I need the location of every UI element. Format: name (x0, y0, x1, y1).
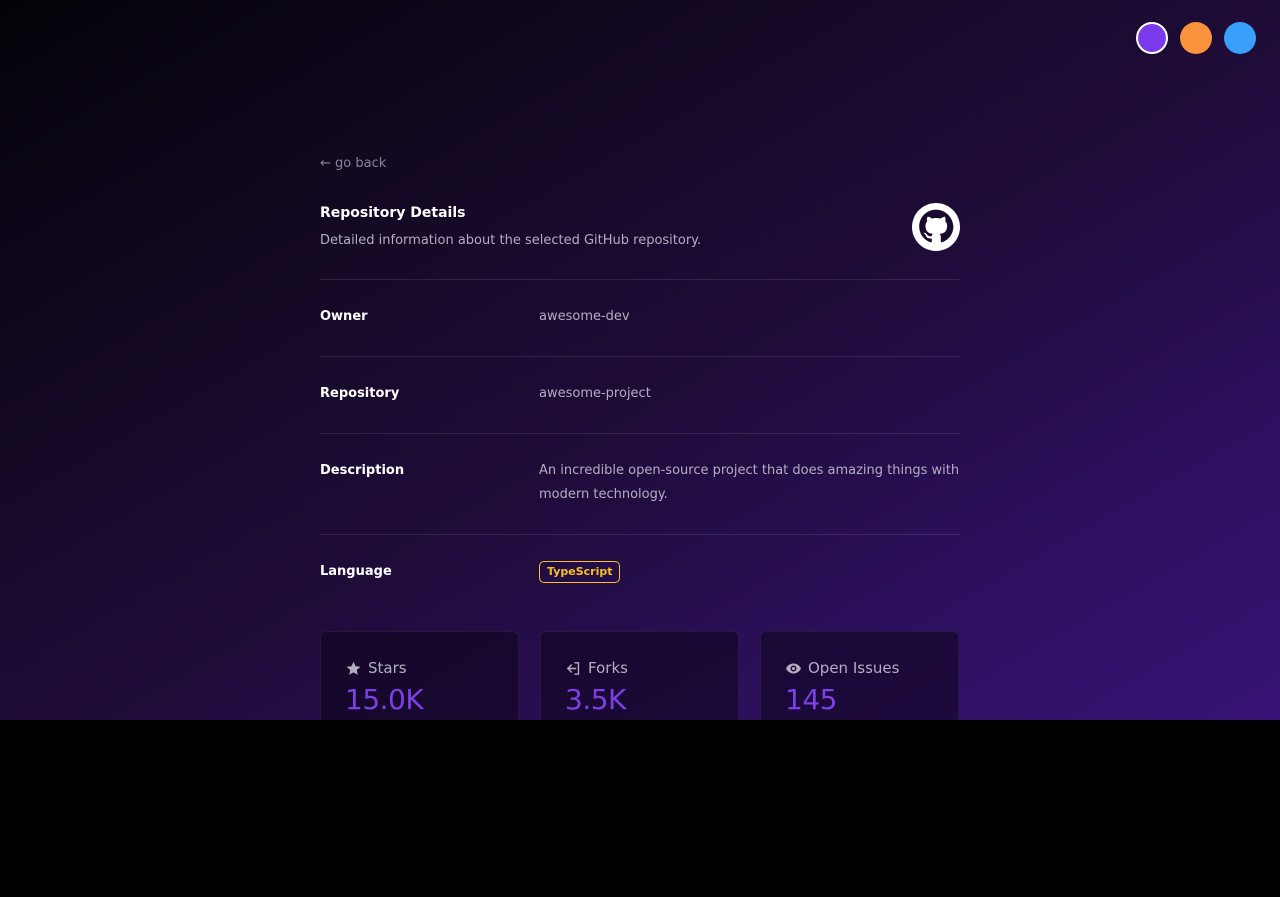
page-subtitle: Detailed information about the selected … (320, 233, 702, 248)
detail-row-owner: Owner awesome-dev (320, 279, 960, 356)
stat-label-forks: Forks (565, 658, 714, 678)
detail-row-description: Description An incredible open-source pr… (320, 433, 960, 534)
repository-value: awesome-project (539, 386, 651, 401)
fork-icon (567, 661, 580, 675)
theme-orange-button[interactable] (1180, 22, 1212, 54)
details-list: Owner awesome-dev Repository awesome-pro… (320, 279, 960, 604)
stat-card-stars: Stars 15.0K (320, 631, 519, 720)
page-background: ← go back Repository Details Detailed in… (0, 0, 1280, 720)
go-back-link[interactable]: ← go back (320, 156, 386, 171)
issues-value: 145 (785, 683, 837, 716)
theme-switcher (1136, 22, 1256, 54)
stars-value: 15.0K (345, 683, 424, 716)
forks-value: 3.5K (565, 683, 626, 716)
theme-blue-button[interactable] (1224, 22, 1256, 54)
language-badge: TypeScript (539, 561, 621, 583)
detail-row-language: Language TypeScript (320, 534, 960, 604)
owner-label: Owner (320, 309, 368, 324)
stat-card-forks: Forks 3.5K (540, 631, 739, 720)
stats-grid: Stars 15.0K Forks 3.5K Open Issues 145 (320, 631, 960, 720)
bottom-overlay (0, 720, 1280, 897)
detail-row-repository: Repository awesome-project (320, 356, 960, 433)
description-value: An incredible open-source project that d… (539, 463, 960, 502)
issues-label: Open Issues (808, 659, 900, 677)
owner-value: awesome-dev (539, 309, 630, 324)
repository-label: Repository (320, 386, 400, 401)
forks-label: Forks (588, 659, 628, 677)
github-icon (912, 203, 960, 251)
stat-label-issues: Open Issues (785, 658, 934, 678)
details-header: Repository Details Detailed information … (320, 203, 960, 279)
stars-label: Stars (368, 659, 407, 677)
star-icon (346, 661, 361, 675)
language-value: TypeScript (539, 560, 960, 604)
theme-purple-button[interactable] (1136, 22, 1168, 54)
stat-card-issues: Open Issues 145 (760, 631, 959, 720)
language-label: Language (320, 564, 392, 579)
stat-label-stars: Stars (345, 658, 494, 678)
page-title: Repository Details (320, 205, 466, 221)
eye-icon (786, 663, 801, 673)
description-label: Description (320, 463, 405, 478)
